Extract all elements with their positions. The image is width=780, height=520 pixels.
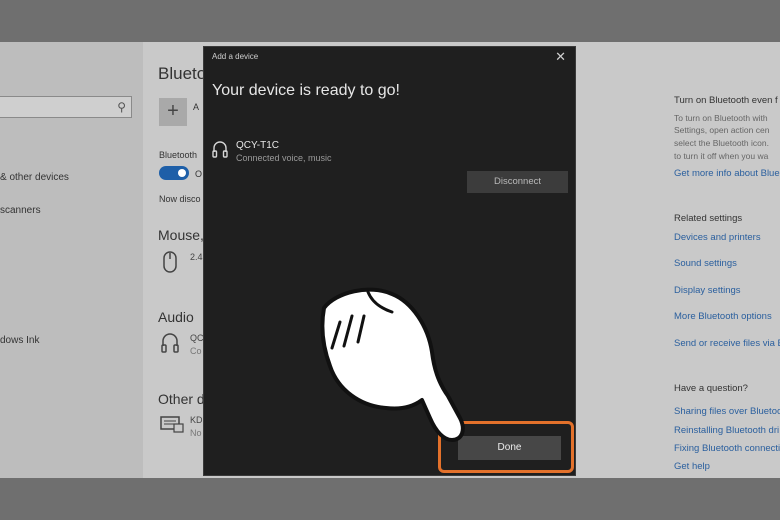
nav-item-scanners[interactable]: scanners xyxy=(0,205,41,216)
device-status: Connected voice, music xyxy=(236,153,332,163)
mouse-section-title: Mouse, xyxy=(158,227,204,243)
audio-section-title: Audio xyxy=(158,309,194,325)
top-border xyxy=(0,0,780,42)
link-reinstalling-bluetooth[interactable]: Reinstalling Bluetooth dri xyxy=(674,425,779,436)
nav-item-other-devices[interactable]: & other devices xyxy=(0,172,69,183)
mouse-icon xyxy=(162,250,178,280)
device-name: QCY-T1C xyxy=(236,140,279,151)
link-fixing-bluetooth[interactable]: Fixing Bluetooth connecti xyxy=(674,443,780,454)
left-nav: ⚲ & other devices scanners dows Ink xyxy=(0,42,143,478)
bluetooth-tip-heading: Turn on Bluetooth even f xyxy=(674,95,778,106)
headphones-icon xyxy=(212,140,228,158)
other-item-status: No xyxy=(190,428,202,438)
audio-item-name[interactable]: QC xyxy=(190,333,204,343)
more-info-link[interactable]: Get more info about Blue xyxy=(674,168,780,179)
link-get-help[interactable]: Get help xyxy=(674,461,710,472)
other-section-title: Other d xyxy=(158,391,205,407)
dialog-title: Add a device xyxy=(212,52,259,61)
search-icon[interactable]: ⚲ xyxy=(117,100,126,114)
tip-line-1: To turn on Bluetooth with xyxy=(674,113,768,123)
bottom-border xyxy=(0,478,780,520)
mouse-item[interactable]: 2.4 xyxy=(190,252,203,262)
related-settings-heading: Related settings xyxy=(674,213,743,224)
link-display-settings[interactable]: Display settings xyxy=(674,285,741,296)
add-device-button[interactable]: + xyxy=(159,98,187,126)
page-title: Blueto xyxy=(158,64,207,83)
close-icon[interactable]: ✕ xyxy=(555,49,566,65)
dialog-heading: Your device is ready to go! xyxy=(212,82,400,99)
plus-icon: + xyxy=(167,100,179,122)
link-sound-settings[interactable]: Sound settings xyxy=(674,258,737,269)
keyboard-icon xyxy=(160,415,184,439)
headphones-icon xyxy=(161,332,179,360)
disconnect-button[interactable]: Disconnect xyxy=(467,171,568,193)
discoverable-text: Now disco xyxy=(159,194,201,204)
audio-item-status: Co xyxy=(190,346,202,356)
bluetooth-label: Bluetooth xyxy=(159,150,198,160)
link-more-bluetooth-options[interactable]: More Bluetooth options xyxy=(674,311,772,322)
search-input[interactable]: ⚲ xyxy=(0,96,132,118)
link-sharing-files[interactable]: Sharing files over Bluetoo xyxy=(674,406,780,417)
pointing-hand-icon xyxy=(308,282,478,452)
tip-line-4: to turn it off when you wa xyxy=(674,151,769,161)
add-device-label: A xyxy=(193,102,200,112)
toggle-state: O xyxy=(195,169,203,179)
right-panel: Turn on Bluetooth even f To turn on Blue… xyxy=(674,42,780,478)
link-send-receive-files[interactable]: Send or receive files via B xyxy=(674,338,780,349)
question-heading: Have a question? xyxy=(674,383,748,394)
link-devices-printers[interactable]: Devices and printers xyxy=(674,232,761,243)
tip-line-3: select the Bluetooth icon. xyxy=(674,138,769,148)
bluetooth-toggle[interactable] xyxy=(159,166,189,180)
other-item-name[interactable]: KD xyxy=(190,415,203,425)
nav-item-windows-ink[interactable]: dows Ink xyxy=(0,335,39,346)
tip-line-2: Settings, open action cen xyxy=(674,125,770,135)
